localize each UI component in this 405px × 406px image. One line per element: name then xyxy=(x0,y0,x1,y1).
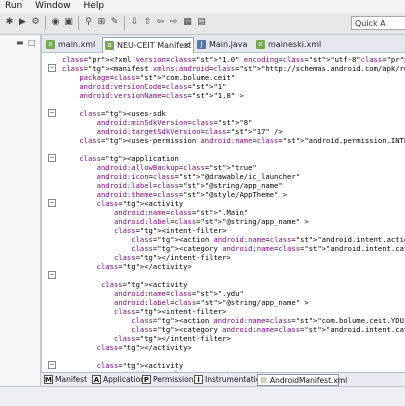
permissions-icon: P xyxy=(142,375,151,384)
code-line: class="tg"><action android:name=class="s… xyxy=(131,235,405,244)
android-manifest-icon: a xyxy=(105,41,114,50)
status-bar xyxy=(0,386,405,406)
fold-toggle-icon[interactable]: − xyxy=(48,154,56,162)
run-icon[interactable]: ▶ xyxy=(17,17,28,28)
tab-instrumentation[interactable]: I Instrumentation xyxy=(193,374,265,386)
fold-toggle-icon[interactable]: − xyxy=(48,64,56,72)
tab-label: Manifest xyxy=(55,375,88,384)
code-line: android:name=class="st">".Main" xyxy=(113,208,249,217)
main-toolbar: ✱ ▶ ⚙ ◉ ▣ ⚲ ⊞ ✎ ⇩ ⇧ ⇦ ⇨ ▦ ▤ Quick A xyxy=(0,13,405,35)
menu-bar: Run Window Help xyxy=(0,0,405,13)
previous-annotation-icon[interactable]: ⇧ xyxy=(142,17,153,28)
code-line: android:name=class="st">".ydu" xyxy=(113,289,244,298)
search-icon[interactable]: ⚲ xyxy=(83,17,94,28)
debug-icon[interactable]: ✱ xyxy=(4,17,15,28)
code-line: class="tg"><activity xyxy=(96,199,184,208)
tab-label: maineski.xml xyxy=(268,40,322,49)
code-line: class="tg"></activity> xyxy=(96,343,192,352)
open-type-icon[interactable]: ⊞ xyxy=(96,17,107,28)
code-line: android:theme=class="st">"@style/AppThem… xyxy=(96,190,288,199)
code-line: package=class="st">"com.bolume.ceit" xyxy=(79,73,236,82)
manifest-icon: M xyxy=(44,375,53,384)
editor-gutter: − − − − − − xyxy=(42,53,60,373)
tab-main-xml[interactable]: x main.xml xyxy=(44,37,102,52)
code-line: class="tg"><category android:name=class=… xyxy=(131,325,405,334)
code-line: class="tg"><application xyxy=(79,154,179,163)
code-line: class="tg"><uses-permission android:name… xyxy=(79,136,405,145)
code-line: android:versionCode=class="st">"1" xyxy=(79,82,227,91)
tab-label: Permissions xyxy=(153,375,198,384)
code-line: class="tg"></intent-filter> xyxy=(113,253,231,262)
maximize-icon[interactable]: □ xyxy=(28,38,37,47)
xml-file-icon: ▤ xyxy=(259,376,268,385)
tab-main-java[interactable]: J Main.java xyxy=(195,37,253,52)
code-line: android:versionName=class="st">"1.0" > xyxy=(79,91,244,100)
close-icon[interactable]: ✕ xyxy=(183,38,190,53)
xml-file-icon: x xyxy=(46,40,55,49)
fold-toggle-icon[interactable]: − xyxy=(48,361,56,369)
code-line: android:label=class="st">"@string/app_na… xyxy=(113,298,309,307)
code-line: android:label=class="st">"@string/app_na… xyxy=(113,217,309,226)
new-class-icon[interactable]: ◉ xyxy=(50,17,61,28)
code-line: android:label=class="st">"@string/app_na… xyxy=(96,181,283,190)
code-line: android:targetSdkVersion=class="st">"17"… xyxy=(96,127,283,136)
code-line: class="tg"><activity xyxy=(100,280,188,289)
external-tools-icon[interactable]: ⚙ xyxy=(30,17,41,28)
next-annotation-icon[interactable]: ⇩ xyxy=(129,17,140,28)
tab-neu-ceit-manifest[interactable]: a NEU-CEIT Manifest ✕ xyxy=(102,37,194,53)
code-line: class="tg"><action android:name=class="s… xyxy=(131,316,405,325)
back-icon[interactable]: ⇦ xyxy=(155,17,166,28)
toolbar-divider xyxy=(45,16,46,30)
java-file-icon: J xyxy=(197,40,206,49)
tab-maineski-xml[interactable]: x maineski.xml xyxy=(254,37,326,52)
code-line: class="tg"><intent-filter> xyxy=(113,307,227,316)
code-line: class="pr"><?xml version=class="st">"1.0… xyxy=(62,55,405,64)
code-line: class="tg"></intent-filter> xyxy=(113,334,231,343)
menu-help[interactable]: Help xyxy=(79,0,110,13)
tab-permissions[interactable]: P Permissions xyxy=(141,374,197,386)
code-line: class="tg"><intent-filter> xyxy=(113,226,227,235)
quick-access-input[interactable]: Quick A xyxy=(351,16,405,30)
android-sdk-icon[interactable]: ▦ xyxy=(182,17,193,28)
tab-manifest[interactable]: M Manifest xyxy=(43,374,89,386)
left-side-panel: ▬ □ xyxy=(0,35,41,405)
code-line: android:icon=class="st">"@drawable/ic_la… xyxy=(96,172,301,181)
tab-label: Main.java xyxy=(209,40,248,49)
toolbar-divider xyxy=(78,16,79,30)
code-editor[interactable]: class="pr"><?xml version=class="st">"1.0… xyxy=(62,53,405,373)
tab-androidmanifest-xml[interactable]: ▤ AndroidManifest.xml xyxy=(257,374,347,386)
editor-area: x main.xml a NEU-CEIT Manifest ✕ J Main.… xyxy=(41,35,405,392)
minimize-icon[interactable]: ▬ xyxy=(16,38,25,47)
avd-manager-icon[interactable]: ▤ xyxy=(196,17,207,28)
instrumentation-icon: I xyxy=(194,375,203,384)
menu-run[interactable]: Run xyxy=(0,0,27,13)
code-line: class="tg"><activity xyxy=(96,361,184,370)
application-icon: A xyxy=(92,375,101,384)
menu-window[interactable]: Window xyxy=(30,0,76,13)
fold-toggle-icon[interactable]: − xyxy=(48,271,56,279)
tab-label: main.xml xyxy=(58,40,96,49)
toolbar-divider xyxy=(124,16,125,30)
code-line: class="tg"><manifest xmlns:android=class… xyxy=(62,64,405,73)
fold-toggle-icon[interactable]: − xyxy=(48,199,56,207)
tab-application[interactable]: A Application xyxy=(91,374,145,386)
editor-tabs: x main.xml a NEU-CEIT Manifest ✕ J Main.… xyxy=(42,35,405,53)
code-line: android:minSdkVersion=class="st">"8" xyxy=(96,118,253,127)
toggle-mark-icon[interactable]: ✎ xyxy=(109,17,120,28)
code-line: android:allowBackup=class="st">"true" xyxy=(96,163,257,172)
code-line: class="tg"></activity> xyxy=(96,262,192,271)
code-line: class="tg"><category android:name=class=… xyxy=(131,244,405,253)
tab-label: Application xyxy=(103,375,145,384)
new-package-icon[interactable]: ▣ xyxy=(63,17,74,28)
forward-icon[interactable]: ⇨ xyxy=(168,17,179,28)
manifest-editor-tabs: M Manifest A Application P Permissions I… xyxy=(41,372,405,387)
fold-toggle-icon[interactable]: − xyxy=(48,109,56,117)
tab-label: AndroidManifest.xml xyxy=(270,376,348,385)
code-line: class="tg"><uses-sdk xyxy=(79,109,166,118)
xml-file-icon: x xyxy=(256,40,265,49)
tab-label: NEU-CEIT Manifest xyxy=(117,41,192,50)
